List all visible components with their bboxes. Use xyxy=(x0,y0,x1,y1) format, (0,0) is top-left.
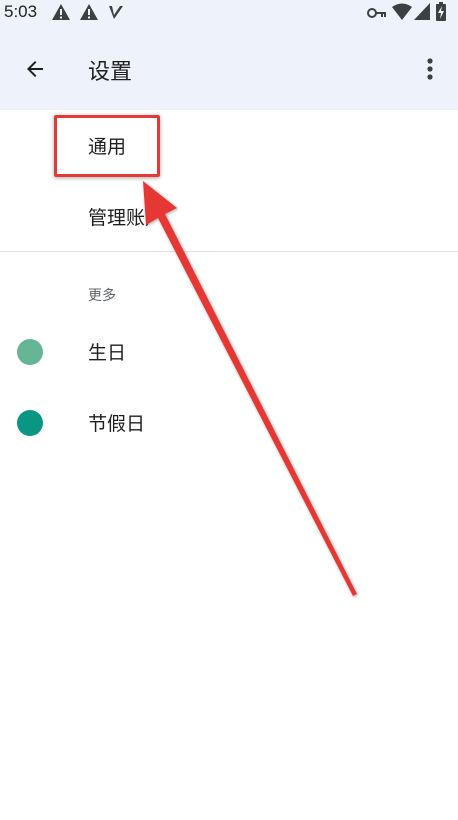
annotation-arrow-icon xyxy=(143,181,357,596)
